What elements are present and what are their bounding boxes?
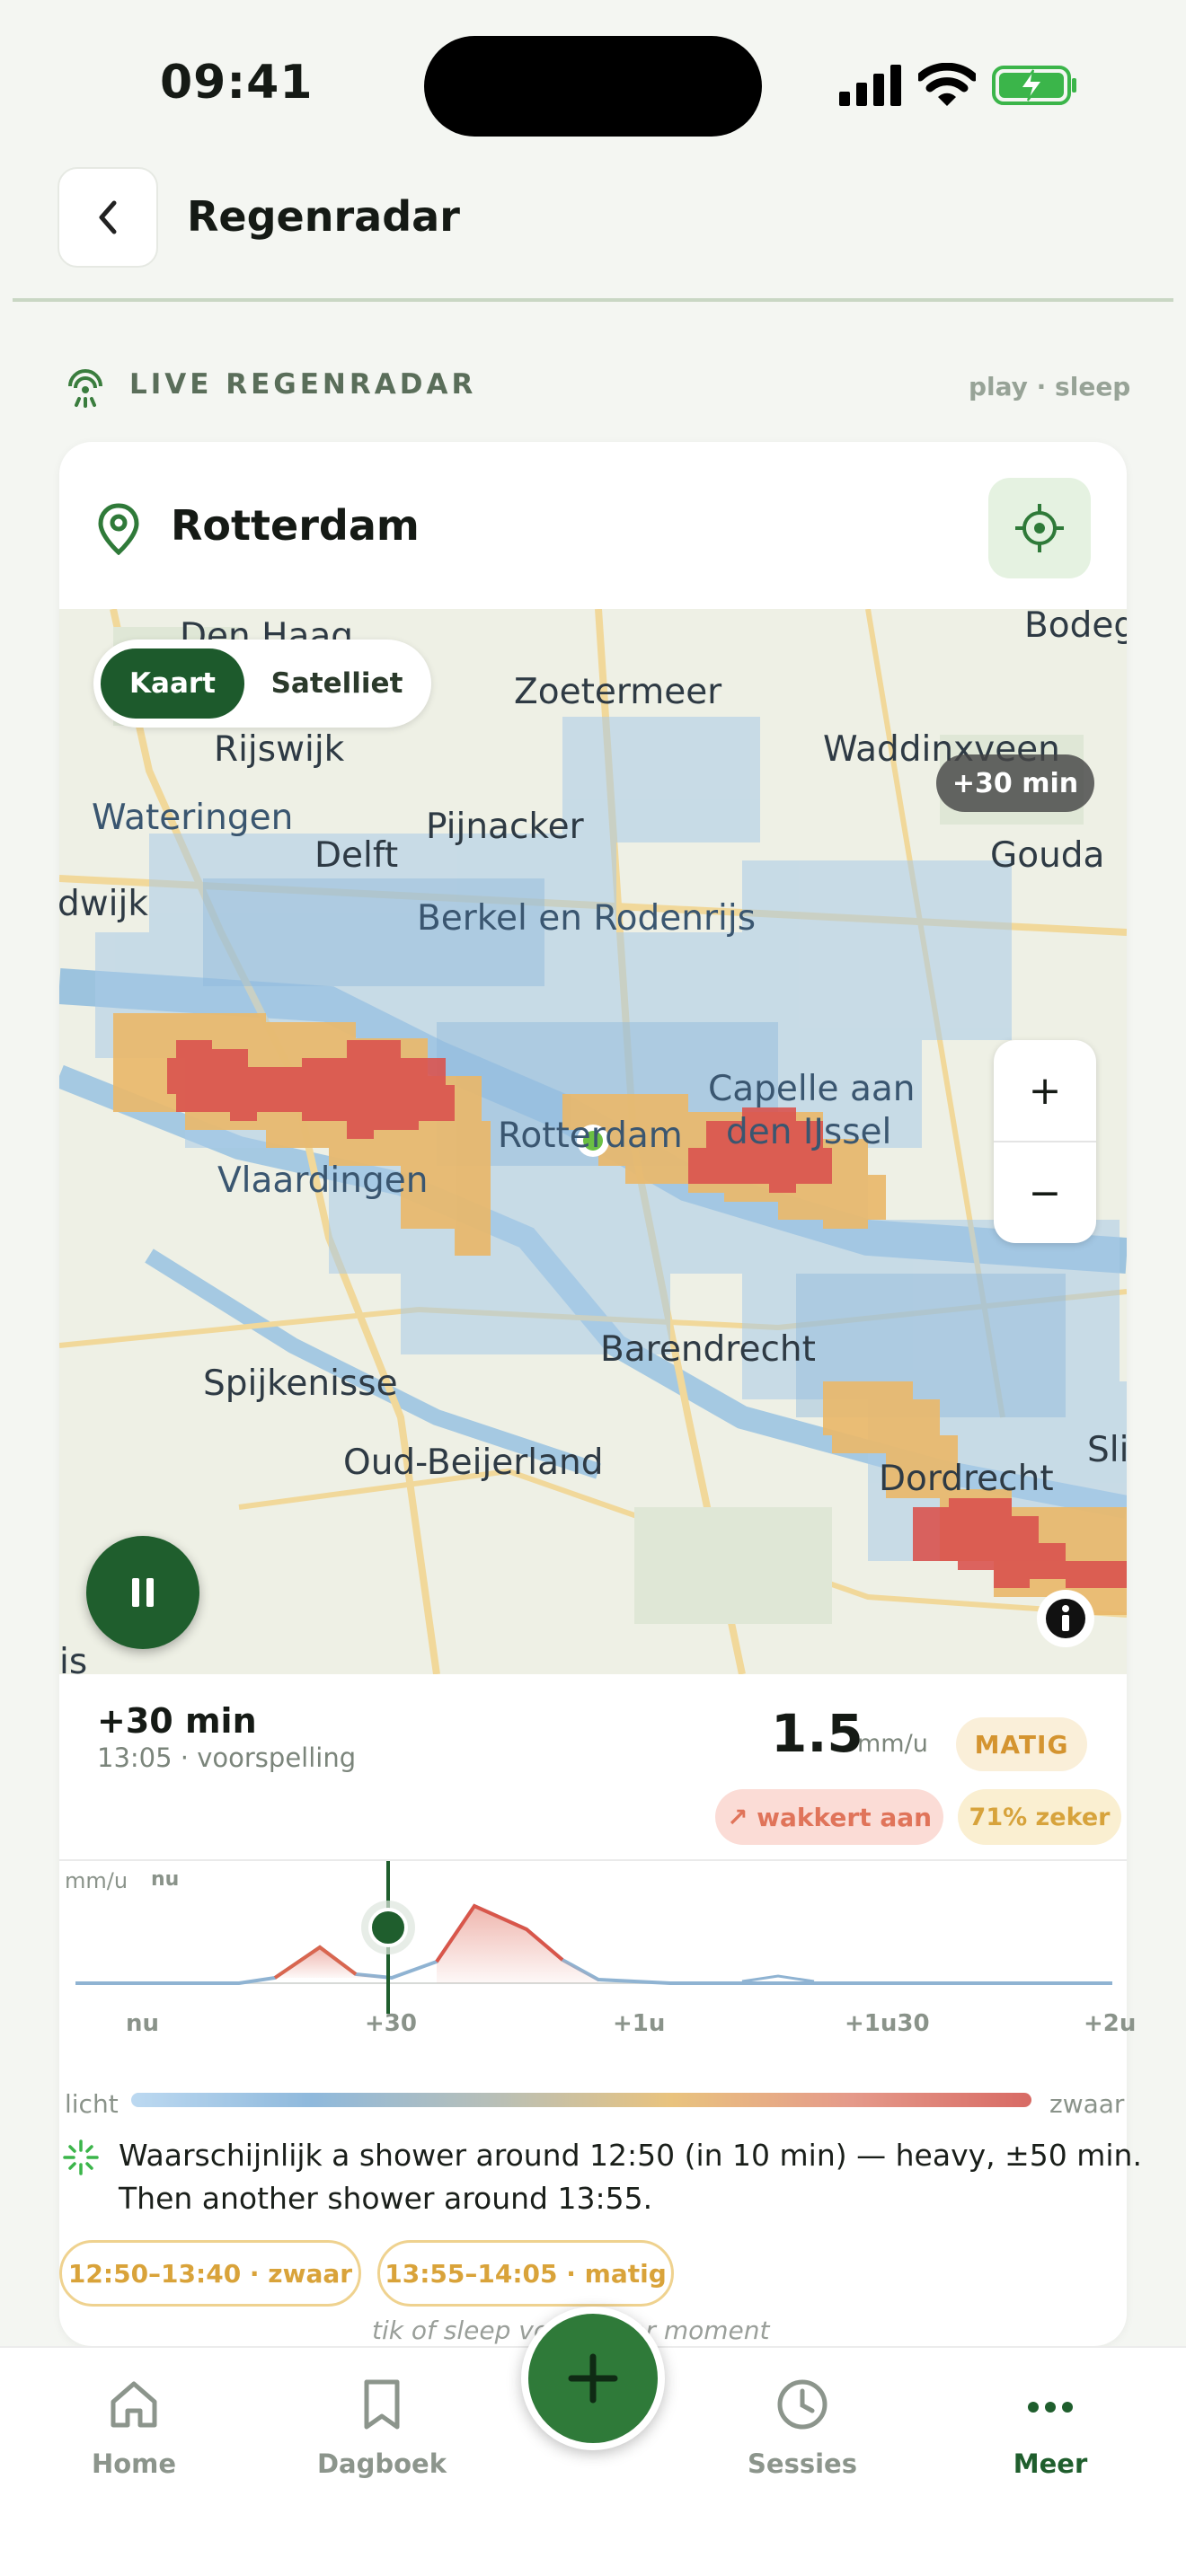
timeline-tick: +2u — [1084, 2010, 1137, 2037]
legend-high-label: zwaar — [1049, 2089, 1125, 2119]
info-icon — [1046, 1599, 1085, 1638]
map-label: is — [59, 1642, 88, 1674]
timeline-tick: +30 — [365, 2010, 417, 2037]
view-satelliet-button[interactable]: Satelliet — [252, 648, 422, 719]
shower-chip[interactable]: 13:55–14:05 · matig — [377, 2240, 674, 2307]
trend-badge: ↗ wakkert aan — [715, 1789, 943, 1845]
confidence-badge: 71% zeker — [958, 1789, 1121, 1845]
intensity-scale — [131, 2093, 1031, 2107]
map-label: Pijnacker — [426, 807, 584, 847]
map-label: Delft — [314, 835, 399, 876]
back-button[interactable] — [58, 167, 158, 268]
locate-button[interactable] — [988, 478, 1091, 578]
map-label: Vlaardingen — [217, 1160, 429, 1201]
map-label: Dordrecht — [879, 1459, 1054, 1499]
timeline-tick: +1u30 — [845, 2010, 930, 2037]
location-pin-icon — [98, 503, 139, 555]
map-label: Rijswijk — [214, 729, 345, 770]
wifi-icon — [918, 63, 976, 106]
map-label: Sli — [1087, 1430, 1127, 1470]
plus-icon — [568, 2353, 618, 2404]
forecast-subtitle: 13:05 · voorspelling — [97, 1742, 357, 1773]
map-label: Spijkenisse — [203, 1363, 398, 1404]
map-label: Capelle aan — [708, 1069, 916, 1109]
time-offset-badge: +30 min — [936, 754, 1094, 812]
mode-hint: play · sleep — [969, 372, 1131, 401]
crosshair-icon — [1015, 504, 1064, 552]
more-icon — [1028, 2402, 1073, 2413]
home-icon — [111, 2381, 157, 2428]
map-label: Rotterdam — [498, 1116, 683, 1156]
header-divider — [13, 298, 1173, 302]
signal-icon — [839, 65, 901, 106]
pause-button[interactable] — [86, 1536, 199, 1649]
map-label: den IJssel — [726, 1112, 892, 1152]
zoom-out-button[interactable]: − — [994, 1142, 1096, 1243]
map-label: dwijk — [59, 884, 148, 924]
legend-low-label: licht — [65, 2089, 119, 2119]
forecast-time: +30 min — [97, 1701, 257, 1741]
battery-charging-icon — [992, 66, 1076, 105]
clock-icon — [777, 2379, 828, 2430]
radar-icon — [68, 369, 102, 408]
intensity-badge: MATIG — [956, 1717, 1087, 1771]
map-label: Berkel en Rodenrijs — [417, 898, 757, 939]
summary-line-2: Then another shower around 13:55. — [119, 2181, 653, 2216]
tab-dagboek[interactable]: Dagboek — [301, 2448, 463, 2479]
zoom-in-button[interactable]: + — [994, 1040, 1096, 1141]
map-label: Barendrecht — [600, 1329, 816, 1370]
tab-sessies[interactable]: Sessies — [721, 2448, 883, 2479]
page-title: Regenradar — [187, 192, 460, 241]
timeline-tick: nu — [126, 2010, 160, 2037]
map-label: Wateringen — [92, 798, 294, 838]
tab-home[interactable]: Home — [53, 2448, 215, 2479]
map-label: Bodeg — [1024, 609, 1127, 646]
map-label: Gouda — [990, 835, 1105, 876]
rain-timeline[interactable] — [59, 1861, 1127, 2041]
location-name: Rotterdam — [171, 501, 420, 550]
info-button[interactable] — [1037, 1590, 1094, 1647]
map-label: Zoetermeer — [514, 672, 722, 712]
summary-line-1: Waarschijnlijk a shower around 12:50 (in… — [119, 2138, 1142, 2173]
add-button[interactable] — [521, 2307, 665, 2450]
pause-icon — [132, 1578, 154, 1607]
map-label: Oud-Beijerland — [343, 1442, 604, 1483]
dynamic-island — [424, 36, 762, 137]
forecast-unit: mm/u — [857, 1730, 928, 1758]
view-kaart-button[interactable]: Kaart — [101, 648, 244, 719]
chevron-left-icon — [99, 200, 117, 234]
status-time: 09:41 — [160, 56, 314, 110]
section-title: LIVE REGENRADAR — [129, 368, 477, 401]
tab-meer[interactable]: Meer — [969, 2448, 1131, 2479]
forecast-value: 1.5 — [771, 1703, 863, 1764]
bookmark-icon — [364, 2379, 400, 2430]
sparkle-icon — [63, 2139, 99, 2175]
shower-chip[interactable]: 12:50–13:40 · zwaar — [59, 2240, 361, 2307]
timeline-tick: +1u — [613, 2010, 666, 2037]
